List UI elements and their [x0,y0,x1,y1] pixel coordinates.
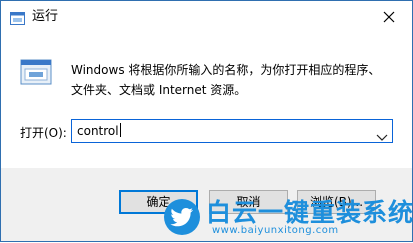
close-button[interactable] [374,5,404,29]
open-input-text: control [77,124,119,138]
open-label: 打开(O): [20,126,67,140]
open-combobox[interactable]: control [71,119,393,143]
text-caret [119,123,121,137]
description: Windows 将根据你所输入的名称，为你打开相应的程序、 文件夹、文档或 In… [71,60,391,100]
app-icon [10,10,25,25]
title-bar[interactable]: 运行 [1,1,412,33]
open-input-value[interactable]: control [77,123,121,139]
window-title: 运行 [32,9,59,24]
dialog-content: Windows 将根据你所输入的名称，为你打开相应的程序、 文件夹、文档或 In… [1,33,412,168]
watermark-url: www.baiyunxitong.com [212,225,339,236]
run-icon [19,57,53,89]
watermark: 白云一键重装系统 www.baiyunxitong.com [156,189,413,243]
watermark-text: 白云一键重装系统 [206,198,413,227]
run-dialog: 运行 Windows 将根据你所输入的名称，为你打开相应的程序、 文件夹、文档或… [0,0,413,242]
description-line-1: Windows 将根据你所输入的名称，为你打开相应的程序、 [71,63,381,77]
bird-logo-icon [164,199,200,235]
close-icon [383,11,395,23]
description-line-2: 文件夹、文档或 Internet 资源。 [71,83,247,97]
chevron-down-icon[interactable] [376,127,388,141]
